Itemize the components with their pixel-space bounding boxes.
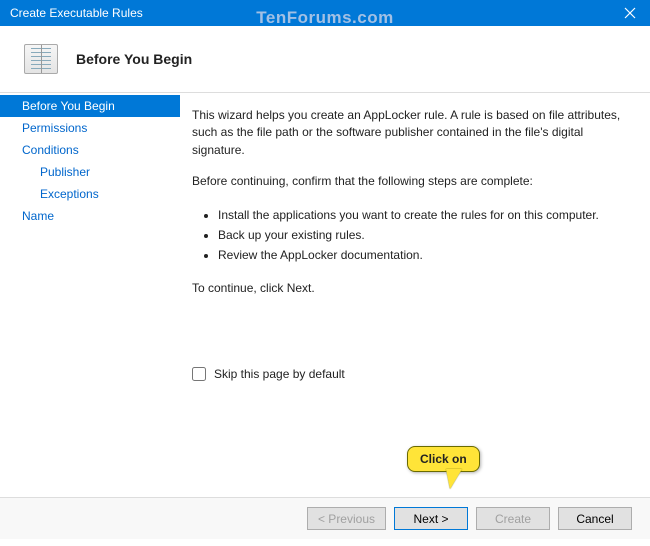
sidebar-item-publisher[interactable]: Publisher (0, 161, 180, 183)
next-button[interactable]: Next > (394, 507, 468, 530)
window-title: Create Executable Rules (10, 6, 143, 20)
wizard-body: Before You Begin Permissions Conditions … (0, 93, 650, 497)
create-button: Create (476, 507, 550, 530)
skip-row: Skip this page by default (192, 367, 628, 381)
close-icon[interactable] (610, 0, 650, 26)
sidebar-item-before-you-begin[interactable]: Before You Begin (0, 95, 180, 117)
sidebar-item-name[interactable]: Name (0, 205, 180, 227)
list-item: Review the AppLocker documentation. (218, 245, 628, 265)
continue-text: To continue, click Next. (192, 280, 628, 297)
sidebar-item-exceptions[interactable]: Exceptions (0, 183, 180, 205)
titlebar: Create Executable Rules (0, 0, 650, 26)
sidebar-item-permissions[interactable]: Permissions (0, 117, 180, 139)
confirm-text: Before continuing, confirm that the foll… (192, 173, 628, 190)
skip-label: Skip this page by default (214, 367, 345, 381)
previous-button: < Previous (307, 507, 386, 530)
footer: < Previous Next > Create Cancel (0, 497, 650, 539)
sidebar-item-conditions[interactable]: Conditions (0, 139, 180, 161)
list-item: Back up your existing rules. (218, 225, 628, 245)
page-title: Before You Begin (76, 51, 192, 67)
skip-checkbox[interactable] (192, 367, 206, 381)
rule-book-icon (24, 44, 58, 74)
prereq-list: Install the applications you want to cre… (218, 205, 628, 266)
cancel-button[interactable]: Cancel (558, 507, 632, 530)
sidebar: Before You Begin Permissions Conditions … (0, 93, 180, 497)
list-item: Install the applications you want to cre… (218, 205, 628, 225)
intro-text: This wizard helps you create an AppLocke… (192, 107, 628, 159)
content-pane: This wizard helps you create an AppLocke… (180, 93, 650, 497)
header-pane: Before You Begin (0, 26, 650, 93)
